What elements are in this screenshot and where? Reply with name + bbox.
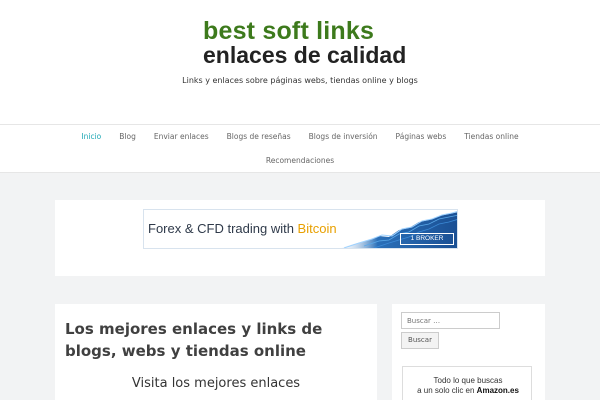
nav-item-blogs-de-resenas[interactable]: Blogs de reseñas — [218, 132, 300, 142]
banner-text-accent: Bitcoin — [297, 221, 337, 236]
amazon-brand: Amazon.es — [476, 386, 519, 395]
page-title: Los mejores enlaces y links de blogs, we… — [65, 320, 323, 360]
nav-item-tiendas-online[interactable]: Tiendas online — [455, 132, 527, 142]
banner-text-main: Forex & CFD trading with — [148, 221, 298, 236]
nav-item-blogs-de-inversion[interactable]: Blogs de inversión — [300, 132, 387, 142]
nav-item-paginas-webs[interactable]: Páginas webs — [387, 132, 456, 142]
nav-item-recomendaciones[interactable]: Recomendaciones — [257, 156, 343, 166]
nav-item-inicio[interactable]: Inicio — [72, 132, 110, 142]
site-tagline: Links y enlaces sobre páginas webs, tien… — [182, 76, 418, 85]
amazon-ad-line-2: a un solo clic en Amazon.es — [403, 386, 533, 395]
search-input[interactable] — [401, 312, 500, 329]
nav-row-1: Inicio Blog Enviar enlaces Blogs de rese… — [0, 132, 600, 142]
amazon-ad-line-1: Todo lo que buscas — [433, 376, 503, 385]
amazon-ad-line-2-prefix: a un solo clic en — [417, 386, 477, 395]
nav-row-2: Recomendaciones — [0, 156, 600, 166]
main-navigation: Inicio Blog Enviar enlaces Blogs de rese… — [0, 124, 600, 173]
banner-container: Forex & CFD trading with Bitcoin 1 BROKE… — [55, 200, 545, 276]
search-button[interactable]: Buscar — [401, 332, 439, 349]
logo-line-2: enlaces de calidad — [203, 42, 407, 68]
sidebar: Buscar Todo lo que buscas a un solo clic… — [392, 304, 545, 400]
nav-item-blog[interactable]: Blog — [110, 132, 145, 142]
banner-headline: Forex & CFD trading with Bitcoin — [148, 221, 337, 236]
main-content: Los mejores enlaces y links de blogs, we… — [55, 304, 377, 400]
site-logo[interactable]: best soft links enlaces de calidad — [203, 17, 407, 68]
nav-item-enviar-enlaces[interactable]: Enviar enlaces — [145, 132, 218, 142]
logo-line-1: best soft links — [203, 17, 375, 45]
site-header: best soft links enlaces de calidad Links… — [0, 0, 600, 124]
section-heading: Visita los mejores enlaces — [131, 376, 301, 391]
amazon-ad-banner[interactable]: Todo lo que buscas a un solo clic en Ama… — [402, 366, 532, 400]
banner-brand-logo: 1 BROKER — [400, 233, 454, 245]
forex-ad-banner[interactable]: Forex & CFD trading with Bitcoin 1 BROKE… — [143, 209, 458, 249]
